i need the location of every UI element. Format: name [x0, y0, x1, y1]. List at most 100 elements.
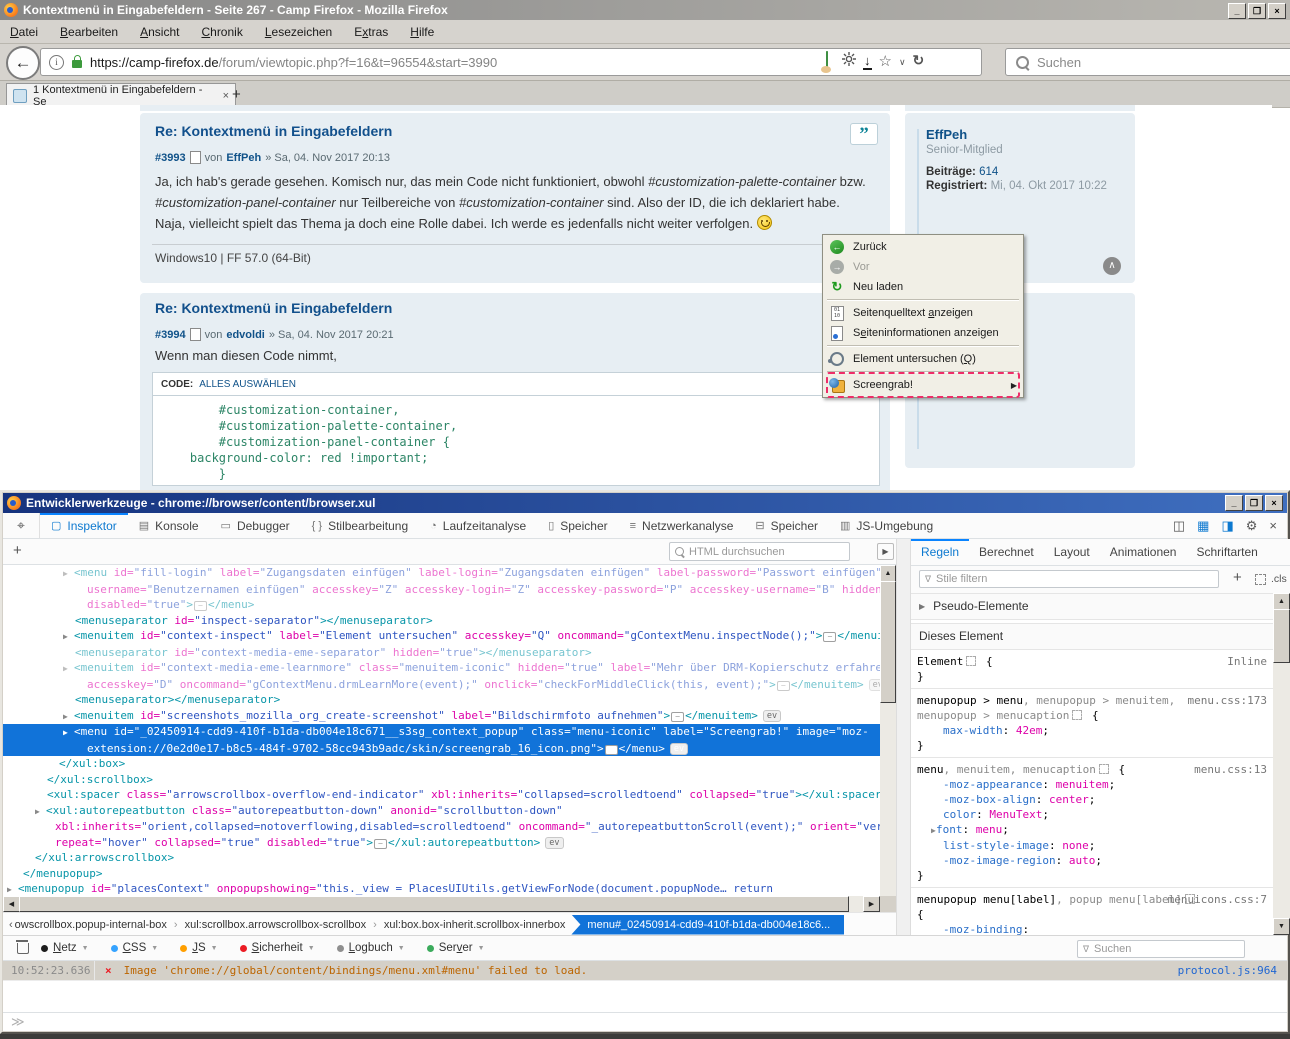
- dock-side-icon[interactable]: ◫: [1173, 518, 1185, 534]
- markup-row[interactable]: </xul:arrowscrollbox>: [3, 850, 880, 866]
- event-badge[interactable]: ev: [763, 710, 781, 722]
- post-1-author-link[interactable]: EffPeh: [226, 152, 261, 164]
- markup-row[interactable]: ▶<menuitem id="screenshots_mozilla_org_c…: [3, 708, 880, 725]
- add-node-button[interactable]: +: [13, 542, 22, 559]
- expand-arrow-icon[interactable]: ▶: [7, 882, 18, 896]
- minimize-button[interactable]: _: [1228, 3, 1246, 19]
- markup-row[interactable]: ▶<menu id="_02450914-cdd9-410f-b1da-db00…: [3, 724, 880, 741]
- devtools-tab-netzwerkanalyse[interactable]: ≡Netzwerkanalyse: [619, 513, 745, 538]
- devtools-tab-inspektor[interactable]: ▢Inspektor: [40, 513, 128, 538]
- chevron-down-icon[interactable]: ∨: [899, 52, 906, 70]
- scrollbar-thumb[interactable]: [1273, 609, 1290, 663]
- event-badge[interactable]: ev: [545, 837, 563, 849]
- highlight-selector-icon[interactable]: [1099, 764, 1109, 774]
- event-badge[interactable]: ev: [869, 679, 880, 691]
- devtools-tab-speicher[interactable]: ▯Speicher: [537, 513, 618, 538]
- markup-row[interactable]: accesskey="D" oncommand="gContextMenu.dr…: [3, 677, 880, 693]
- clear-console-icon[interactable]: [17, 943, 29, 954]
- breadcrumb-item[interactable]: menu#_02450914-cdd9-410f-b1da-db004e18c6…: [571, 915, 844, 935]
- rules-scrollbar[interactable]: ▲ ▼: [1273, 593, 1290, 935]
- menu-ansicht[interactable]: Ansicht: [140, 25, 179, 39]
- scrollbar-thumb[interactable]: [880, 581, 896, 703]
- console-input-row[interactable]: ≫: [3, 1012, 1287, 1031]
- rule-source-link[interactable]: menu.css:173: [1188, 693, 1267, 708]
- console-filter-netz[interactable]: Netz▼: [41, 942, 89, 954]
- menu-lesezeichen[interactable]: Lesezeichen: [265, 25, 332, 39]
- sidebar-tab-schriftarten[interactable]: Schriftarten: [1186, 539, 1267, 565]
- maximize-button[interactable]: ❐: [1248, 3, 1266, 19]
- markup-row[interactable]: extension://0e2d0e17-b8c5-484f-9702-58cc…: [3, 741, 880, 757]
- element-picker-button[interactable]: ⌖: [3, 513, 40, 538]
- sidebar-tab-berechnet[interactable]: Berechnet: [969, 539, 1044, 565]
- markup-row[interactable]: <menuseparator id="inspect-separator"></…: [3, 613, 880, 629]
- rule-source-link[interactable]: menuicons.css:7: [1168, 892, 1267, 907]
- css-rule[interactable]: menupopup > menu, menupopup > menuitem,m…: [911, 689, 1273, 758]
- expand-pane-button[interactable]: ▶: [877, 543, 894, 560]
- download-arrow-icon[interactable]: ↓: [863, 52, 872, 70]
- code-content[interactable]: #customization-container, #customization…: [153, 396, 879, 488]
- markup-row[interactable]: <menuseparator></menuseparator>: [3, 692, 880, 708]
- new-tab-button[interactable]: +: [232, 86, 241, 103]
- markup-row[interactable]: ▶<menuitem id="context-inspect" label="E…: [3, 628, 880, 645]
- console-filter-server[interactable]: Server▼: [427, 942, 485, 954]
- markup-row[interactable]: disabled="true">–</menu>: [3, 597, 880, 613]
- expand-arrow-icon[interactable]: ▶: [63, 566, 74, 582]
- collapsed-content-icon[interactable]: –: [605, 745, 618, 755]
- markup-row[interactable]: <menuseparator id="context-media-eme-sep…: [3, 645, 880, 661]
- scroll-right-button[interactable]: ▶: [863, 896, 880, 912]
- panel-splitter[interactable]: [896, 539, 911, 935]
- rule-source-link[interactable]: Inline: [1227, 654, 1267, 669]
- breadcrumb-scroll-left[interactable]: ‹: [9, 919, 13, 931]
- expand-arrow-icon[interactable]: ▶: [63, 709, 74, 725]
- devtools-minimize-button[interactable]: _: [1225, 495, 1243, 511]
- highlight-selector-icon[interactable]: [966, 656, 976, 666]
- class-toggle-button[interactable]: .cls: [1271, 573, 1287, 585]
- menu-chronik[interactable]: Chronik: [201, 25, 242, 39]
- search-input[interactable]: Suchen: [1005, 48, 1290, 76]
- markup-hscrollbar[interactable]: ◀ ▶: [3, 896, 880, 912]
- reload-icon[interactable]: ↻: [913, 52, 925, 70]
- markup-row[interactable]: ▶<menupopup id="placesContext" onpopupsh…: [3, 881, 880, 896]
- frame-icon[interactable]: ◨: [1221, 518, 1233, 534]
- context-menu-item-neu-laden[interactable]: ↻Neu laden: [825, 277, 1021, 297]
- rule-source-link[interactable]: menu.css:13: [1194, 762, 1267, 777]
- context-menu-item-screengrab[interactable]: Screengrab!▶: [825, 375, 1021, 395]
- console-filter-logbuch[interactable]: Logbuch▼: [337, 942, 405, 954]
- collapsed-content-icon[interactable]: –: [671, 712, 684, 722]
- scroll-down-button[interactable]: ▼: [1273, 918, 1290, 935]
- context-menu-item-vor[interactable]: →Vor: [825, 257, 1021, 277]
- console-message-row[interactable]: 10:52:23.636 × Image 'chrome://global/co…: [3, 961, 1287, 981]
- collapsed-content-icon[interactable]: –: [777, 681, 790, 691]
- scroll-top-button[interactable]: ∧: [1103, 257, 1121, 275]
- event-badge[interactable]: ev: [670, 743, 688, 755]
- error-source-link[interactable]: protocol.js:964: [1178, 964, 1287, 977]
- expand-arrow-icon[interactable]: ▶: [63, 661, 74, 677]
- collapsed-content-icon[interactable]: –: [823, 632, 836, 642]
- markup-vscrollbar[interactable]: ▲: [880, 565, 896, 896]
- highlight-selector-icon[interactable]: [1072, 710, 1082, 720]
- devtools-tab-debugger[interactable]: ▭Debugger: [210, 513, 301, 538]
- markup-row[interactable]: ▶<menuitem id="context-media-eme-learnmo…: [3, 660, 880, 677]
- devtools-close-icon[interactable]: ×: [1269, 518, 1277, 533]
- add-rule-button[interactable]: +: [1233, 569, 1242, 586]
- devtools-maximize-button[interactable]: ❐: [1245, 495, 1263, 511]
- breadcrumb-item[interactable]: xul:scrollbox.arrowscrollbox-scrollbox: [185, 919, 367, 931]
- markup-row[interactable]: username="Benutzernamen einfügen" access…: [3, 582, 880, 598]
- bookmark-star-icon[interactable]: ☆: [879, 52, 892, 71]
- markup-row[interactable]: </menupopup>: [3, 866, 880, 882]
- posts-count-link[interactable]: 614: [979, 166, 998, 178]
- scroll-up-button[interactable]: ▲: [880, 565, 896, 582]
- markup-row[interactable]: <xul:spacer class="arrowscrollbox-overfl…: [3, 787, 880, 803]
- css-rule[interactable]: menu, menuitem, menucaption {menu.css:13…: [911, 758, 1273, 888]
- expand-arrow-icon[interactable]: ▶: [63, 629, 74, 645]
- console-filter-input[interactable]: ∇Suchen: [1077, 940, 1245, 958]
- collapsed-content-icon[interactable]: –: [194, 601, 207, 611]
- collapsed-content-icon[interactable]: –: [374, 839, 387, 849]
- devtools-close-button[interactable]: ×: [1265, 495, 1283, 511]
- devtools-tab-stilbearbeitung[interactable]: { }Stilbearbeitung: [301, 513, 419, 538]
- secure-lock-icon[interactable]: [72, 60, 82, 68]
- post-1-number[interactable]: #3993: [155, 152, 186, 164]
- sidebar-tab-animationen[interactable]: Animationen: [1100, 539, 1187, 565]
- markup-row[interactable]: </xul:box>: [3, 756, 880, 772]
- console-filter-css[interactable]: CSS▼: [111, 942, 159, 954]
